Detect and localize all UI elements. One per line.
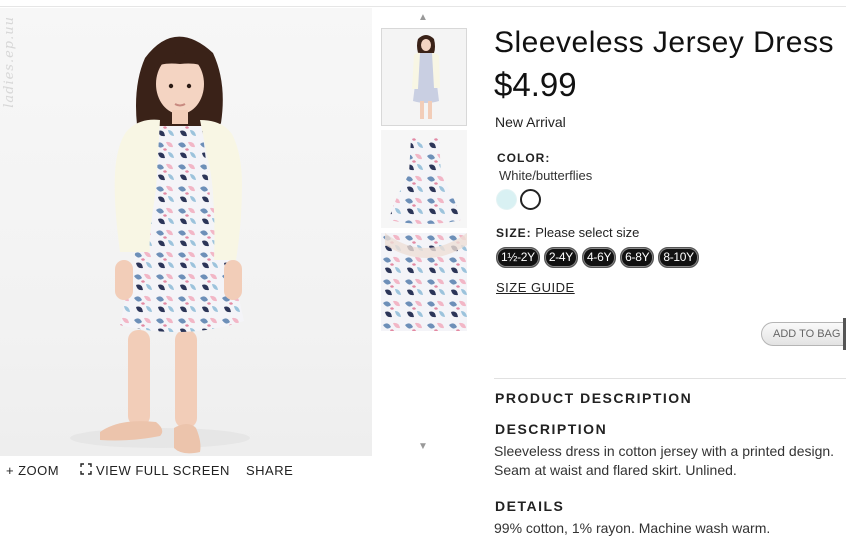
- product-price: $4.99: [494, 66, 577, 103]
- thumbnail-3-image: [381, 233, 467, 331]
- description-heading: DESCRIPTION: [495, 421, 608, 437]
- chevron-up-icon[interactable]: ▲: [418, 12, 428, 23]
- main-product-image[interactable]: ladies.ep.uu: [0, 8, 372, 456]
- details-heading: DETAILS: [495, 498, 565, 514]
- size-option-8-10y[interactable]: 8-10Y: [658, 247, 699, 268]
- zoom-label: ZOOM: [18, 462, 60, 478]
- color-swatch-white[interactable]: [520, 189, 541, 210]
- size-option-2-4y[interactable]: 2-4Y: [543, 247, 579, 268]
- size-label: SIZE:: [496, 226, 532, 240]
- size-selector-label: SIZE: Please select size: [496, 225, 639, 240]
- thumbnail-1-image: [382, 29, 466, 125]
- full-screen-label: VIEW FULL SCREEN: [96, 462, 230, 478]
- top-divider: [0, 6, 846, 7]
- product-photo: [70, 36, 250, 454]
- description-line-1: Sleeveless dress in cotton jersey with a…: [494, 443, 835, 459]
- size-option-6-8y[interactable]: 6-8Y: [620, 247, 655, 268]
- color-swatch-turquoise[interactable]: [496, 189, 517, 210]
- size-prompt: Please select size: [535, 225, 640, 240]
- thumbnail-2[interactable]: [381, 130, 467, 228]
- section-divider: [494, 378, 846, 379]
- description-text: Sleeveless dress in cotton jersey with a…: [494, 442, 846, 480]
- plus-icon: +: [6, 462, 15, 478]
- size-option-1-5-2y[interactable]: 1½-2Y: [496, 247, 540, 268]
- product-description-heading: PRODUCT DESCRIPTION: [495, 390, 693, 406]
- share-button[interactable]: SHARE: [246, 463, 293, 478]
- full-screen-button[interactable]: VIEW FULL SCREEN: [80, 463, 230, 478]
- details-text: 99% cotton, 1% rayon. Machine wash warm.: [494, 520, 771, 536]
- share-label: SHARE: [246, 462, 294, 478]
- expand-icon: [80, 463, 92, 477]
- color-value: White/butterflies: [499, 168, 593, 183]
- size-option-4-6y[interactable]: 4-6Y: [582, 247, 617, 268]
- thumbnail-3[interactable]: [381, 233, 467, 331]
- new-arrival-badge: New Arrival: [495, 114, 566, 130]
- size-options: 1½-2Y 2-4Y 4-6Y 6-8Y 8-10Y: [496, 247, 703, 268]
- description-line-2: Seam at waist and flared skirt. Unlined.: [494, 462, 737, 478]
- zoom-button[interactable]: + ZOOM: [6, 463, 59, 478]
- product-title: Sleeveless Jersey Dress: [494, 26, 834, 59]
- color-label: COLOR:: [497, 151, 551, 165]
- size-guide-link[interactable]: SIZE GUIDE: [496, 280, 575, 295]
- watermark: ladies.ep.uu: [2, 16, 17, 108]
- chevron-down-icon[interactable]: ▼: [418, 441, 428, 452]
- add-to-bag-button[interactable]: ADD TO BAG: [761, 322, 846, 346]
- thumbnail-1[interactable]: [381, 28, 467, 126]
- thumbnail-2-image: [381, 130, 467, 228]
